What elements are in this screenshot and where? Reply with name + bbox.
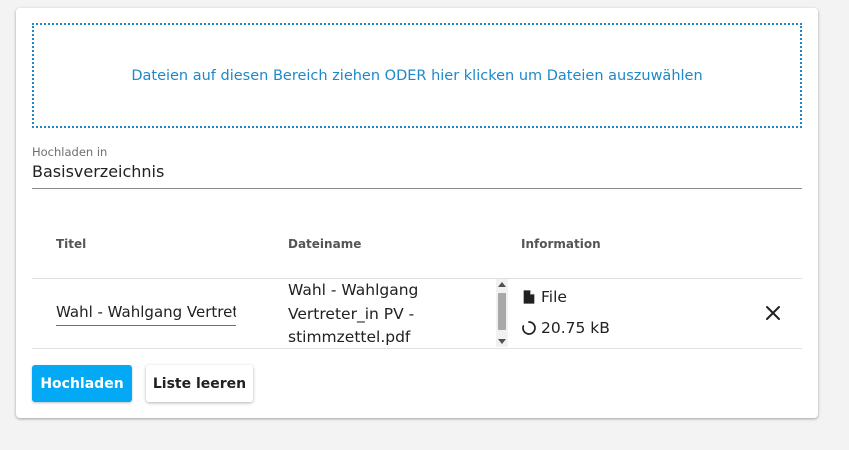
upload-card: Dateien auf diesen Bereich ziehen ODER h… [16,8,818,418]
upload-target-label: Hochladen in [32,145,108,159]
close-icon[interactable] [764,304,782,322]
title-input[interactable] [56,298,236,326]
scroll-up-icon[interactable] [498,282,506,287]
clear-list-button[interactable]: Liste leeren [146,365,253,402]
scrollbar-thumb[interactable] [498,293,506,330]
filename-scrollbar[interactable] [496,279,508,347]
file-size-info: 20.75 kB [521,319,610,337]
filename-text: Wahl - Wahlgang Vertreter_in PV - stimmz… [288,281,419,346]
file-type-info: File [521,288,567,306]
dropzone-text: Dateien auf diesen Bereich ziehen ODER h… [131,67,703,84]
column-header-information: Information [521,237,601,251]
file-icon [523,290,535,304]
upload-target-select[interactable]: Basisverzeichnis [32,162,802,189]
table-divider [32,348,802,349]
file-dropzone[interactable]: Dateien auf diesen Bereich ziehen ODER h… [32,23,802,128]
upload-button[interactable]: Hochladen [32,365,132,402]
filename-cell[interactable]: Wahl - Wahlgang Vertreter_in PV - stimmz… [288,279,508,347]
column-header-filename: Dateiname [288,237,362,251]
file-size-text: 20.75 kB [541,319,610,337]
file-type-text: File [541,288,567,306]
column-header-title: Titel [56,237,87,251]
spinner-icon [522,321,536,335]
scroll-down-icon[interactable] [498,339,506,344]
